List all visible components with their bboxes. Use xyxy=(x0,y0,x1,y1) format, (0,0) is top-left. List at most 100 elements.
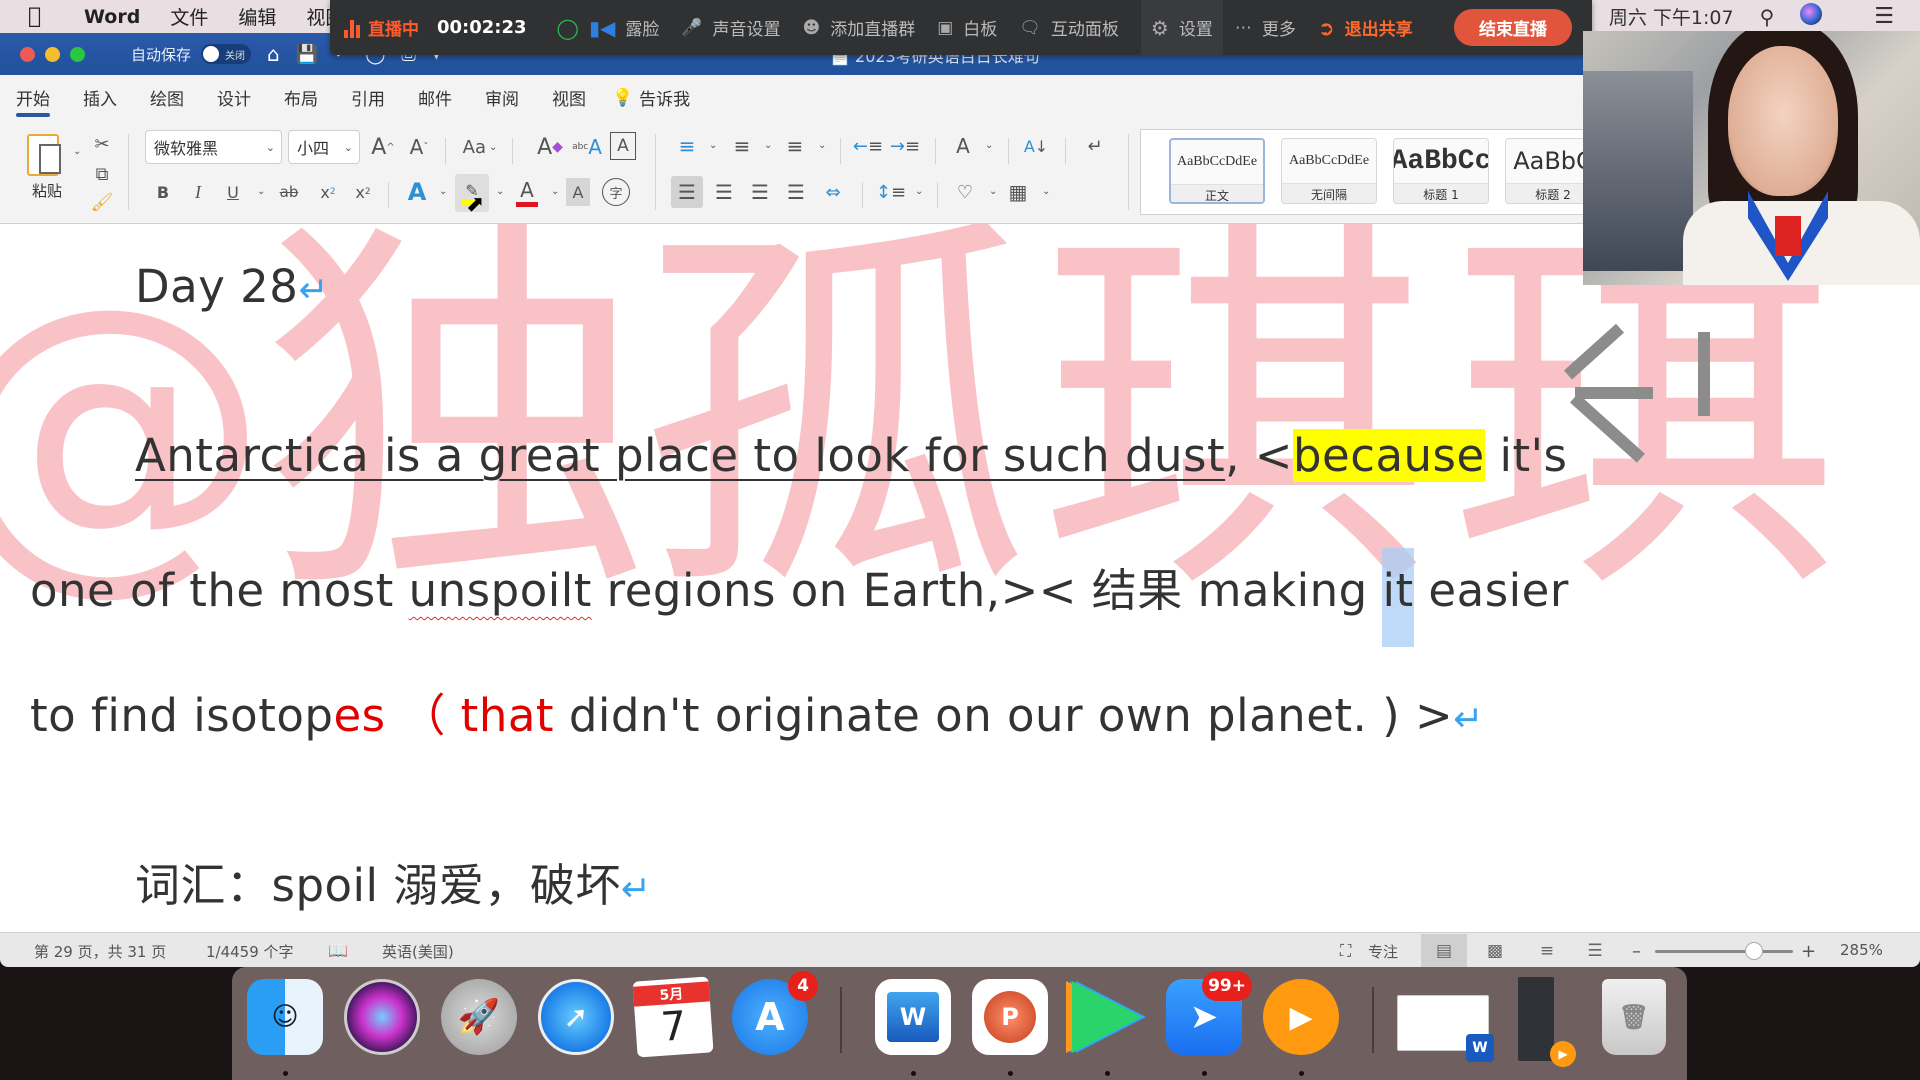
end-live-button[interactable]: 结束直播 xyxy=(1454,9,1572,46)
menu-file[interactable]: 文件 xyxy=(170,3,208,30)
asian-layout-dropdown-icon[interactable]: ⌄ xyxy=(985,140,993,151)
tab-mailings[interactable]: 邮件 xyxy=(418,75,452,120)
window-minimize-button[interactable] xyxy=(45,46,60,62)
siri-icon[interactable] xyxy=(1800,3,1848,30)
cut-icon[interactable]: ✂ xyxy=(88,130,116,158)
zoom-slider-handle[interactable] xyxy=(1745,942,1764,960)
bold-button[interactable]: B xyxy=(150,176,176,208)
dock-dingtalk[interactable]: ➤ 99+ xyxy=(1166,971,1252,1055)
show-formatting-marks-icon[interactable]: ↵ xyxy=(1080,130,1110,162)
dock-powerpoint[interactable]: P xyxy=(972,979,1048,1055)
word-count[interactable]: 1/4459 个字 xyxy=(206,941,294,962)
focus-icon[interactable]: ⛶ xyxy=(1340,941,1351,961)
dock-trash[interactable]: 🗑 xyxy=(1602,979,1666,1055)
tell-me-button[interactable]: 💡 告诉我 xyxy=(612,85,690,111)
justify-button[interactable]: ☰ xyxy=(781,176,811,208)
document-canvas[interactable]: @ 独 孤 琪 琪 Day 28↵ Antarctica is a great … xyxy=(0,224,1920,932)
proofing-icon[interactable]: 📖 xyxy=(328,941,348,960)
multilevel-dropdown-icon[interactable]: ⌄ xyxy=(818,140,826,151)
dock-launchpad[interactable]: 🚀 xyxy=(441,979,517,1055)
tab-view[interactable]: 视图 xyxy=(552,75,586,120)
dock-app-store[interactable]: A 4 xyxy=(732,971,818,1055)
strikethrough-button[interactable]: ab xyxy=(275,176,303,208)
tab-home[interactable]: 开始 xyxy=(16,75,50,120)
sound-settings-button[interactable]: 🎤 声音设置 xyxy=(681,15,780,41)
shading-icon[interactable]: ♡ xyxy=(950,176,980,208)
add-group-button[interactable]: ☻ 添加直播群 xyxy=(803,15,916,41)
text-effects-dropdown-icon[interactable]: ⌄ xyxy=(439,186,447,197)
window-zoom-button[interactable] xyxy=(70,46,85,62)
home-icon[interactable]: ⌂ xyxy=(267,42,280,66)
toggle-camera-button[interactable]: ◯ ▮◀ 露脸 xyxy=(557,15,660,41)
distributed-button[interactable]: ⇔ xyxy=(818,176,848,208)
format-painter-icon[interactable]: 🖌 xyxy=(88,188,116,216)
style-normal[interactable]: AaBbCcDdEe 正文 xyxy=(1169,138,1265,204)
outline-view-button[interactable]: ≡ xyxy=(1524,934,1570,967)
window-close-button[interactable] xyxy=(20,46,35,62)
italic-button[interactable]: I xyxy=(185,176,211,208)
character-shading-icon[interactable]: A xyxy=(566,178,590,206)
dock-safari[interactable]: ➚ xyxy=(538,979,614,1055)
borders-icon[interactable]: ▦ xyxy=(1003,176,1033,208)
style-heading-1[interactable]: AaBbCc 标题 1 xyxy=(1393,138,1489,204)
dock-live-app[interactable]: ▶ xyxy=(1263,979,1339,1055)
sort-icon[interactable]: A ↓ xyxy=(1020,130,1052,162)
text-effects-icon[interactable]: A xyxy=(402,176,432,208)
tab-draw[interactable]: 绘图 xyxy=(150,75,184,120)
phonetic-guide-icon[interactable]: abc A xyxy=(572,130,602,164)
dock-word[interactable]: W xyxy=(875,979,951,1055)
dock-tencent-video[interactable] xyxy=(1069,979,1145,1055)
language[interactable]: 英语(美国) xyxy=(382,941,454,962)
zoom-out-button[interactable]: – xyxy=(1632,941,1641,962)
paste-button[interactable] xyxy=(18,130,68,180)
increase-indent-icon[interactable]: → ≡ xyxy=(890,130,920,162)
line-spacing-icon[interactable]: ↕ ≡ xyxy=(875,176,907,208)
tab-design[interactable]: 设计 xyxy=(217,75,251,120)
line-spacing-dropdown-icon[interactable]: ⌄ xyxy=(915,186,923,197)
whiteboard-button[interactable]: ▣ 白板 xyxy=(937,15,997,41)
align-right-button[interactable]: ☰ xyxy=(745,176,775,208)
web-layout-view-button[interactable]: ▩ xyxy=(1472,934,1518,967)
enclose-characters-icon[interactable]: 字 xyxy=(602,178,630,206)
dock-minimized-word-window[interactable]: W xyxy=(1397,995,1494,1062)
asian-layout-icon[interactable]: A xyxy=(948,130,978,162)
page-count[interactable]: 第 29 页，共 31 页 xyxy=(34,941,166,962)
zoom-in-button[interactable]: + xyxy=(1801,941,1816,962)
tab-layout[interactable]: 布局 xyxy=(284,75,318,120)
font-color-button[interactable]: A xyxy=(512,174,542,210)
settings-button[interactable]: ⚙ 设置 xyxy=(1140,0,1223,55)
draft-view-button[interactable]: ☰ xyxy=(1572,934,1618,967)
tab-references[interactable]: 引用 xyxy=(351,75,385,120)
change-case-button[interactable]: Aa ⌄ xyxy=(455,130,505,164)
apple-menu-icon[interactable]:  xyxy=(28,4,50,29)
shading-dropdown-icon[interactable]: ⌄ xyxy=(989,186,997,197)
clear-formatting-icon[interactable]: A ◆ xyxy=(535,130,565,164)
spotlight-search-icon[interactable]: ⚲ xyxy=(1760,5,1775,29)
dock-minimized-live-window[interactable]: ▶ xyxy=(1518,977,1576,1067)
shrink-font-icon[interactable]: Aˇ xyxy=(404,130,434,164)
borders-dropdown-icon[interactable]: ⌄ xyxy=(1042,186,1050,197)
numbering-icon[interactable]: ≡ xyxy=(727,130,757,162)
dock-finder[interactable]: ☺ xyxy=(247,979,323,1055)
bullets-icon[interactable]: ≡ xyxy=(672,130,702,162)
interaction-panel-button[interactable]: 🗨 互动面板 xyxy=(1019,15,1119,41)
bullets-dropdown-icon[interactable]: ⌄ xyxy=(709,140,717,151)
superscript-button[interactable]: x2 xyxy=(350,176,376,208)
highlight-dropdown-icon[interactable]: ⌄ xyxy=(496,186,504,197)
webcam-overlay[interactable] xyxy=(1583,31,1920,285)
align-left-button[interactable]: ☰ xyxy=(671,176,703,208)
autosave-toggle[interactable]: 关闭 xyxy=(201,44,252,64)
underline-button[interactable]: U xyxy=(220,176,246,208)
style-no-spacing[interactable]: AaBbCcDdEe 无间隔 xyxy=(1281,138,1377,204)
font-size-dropdown[interactable]: 小四 ⌄ xyxy=(288,130,360,164)
font-name-dropdown[interactable]: 微软雅黑 ⌄ xyxy=(145,130,282,164)
menu-clock[interactable]: 周六 下午1:07 xyxy=(1609,3,1734,30)
subscript-button[interactable]: x2 xyxy=(315,176,341,208)
align-center-button[interactable]: ☰ xyxy=(709,176,739,208)
font-color-dropdown-icon[interactable]: ⌄ xyxy=(551,186,559,197)
underline-dropdown-icon[interactable]: ⌄ xyxy=(257,186,265,197)
tab-review[interactable]: 审阅 xyxy=(485,75,519,120)
paste-dropdown-icon[interactable]: ⌄ xyxy=(73,146,81,157)
tab-insert[interactable]: 插入 xyxy=(83,75,117,120)
notification-center-icon[interactable]: ☰ xyxy=(1874,4,1894,29)
